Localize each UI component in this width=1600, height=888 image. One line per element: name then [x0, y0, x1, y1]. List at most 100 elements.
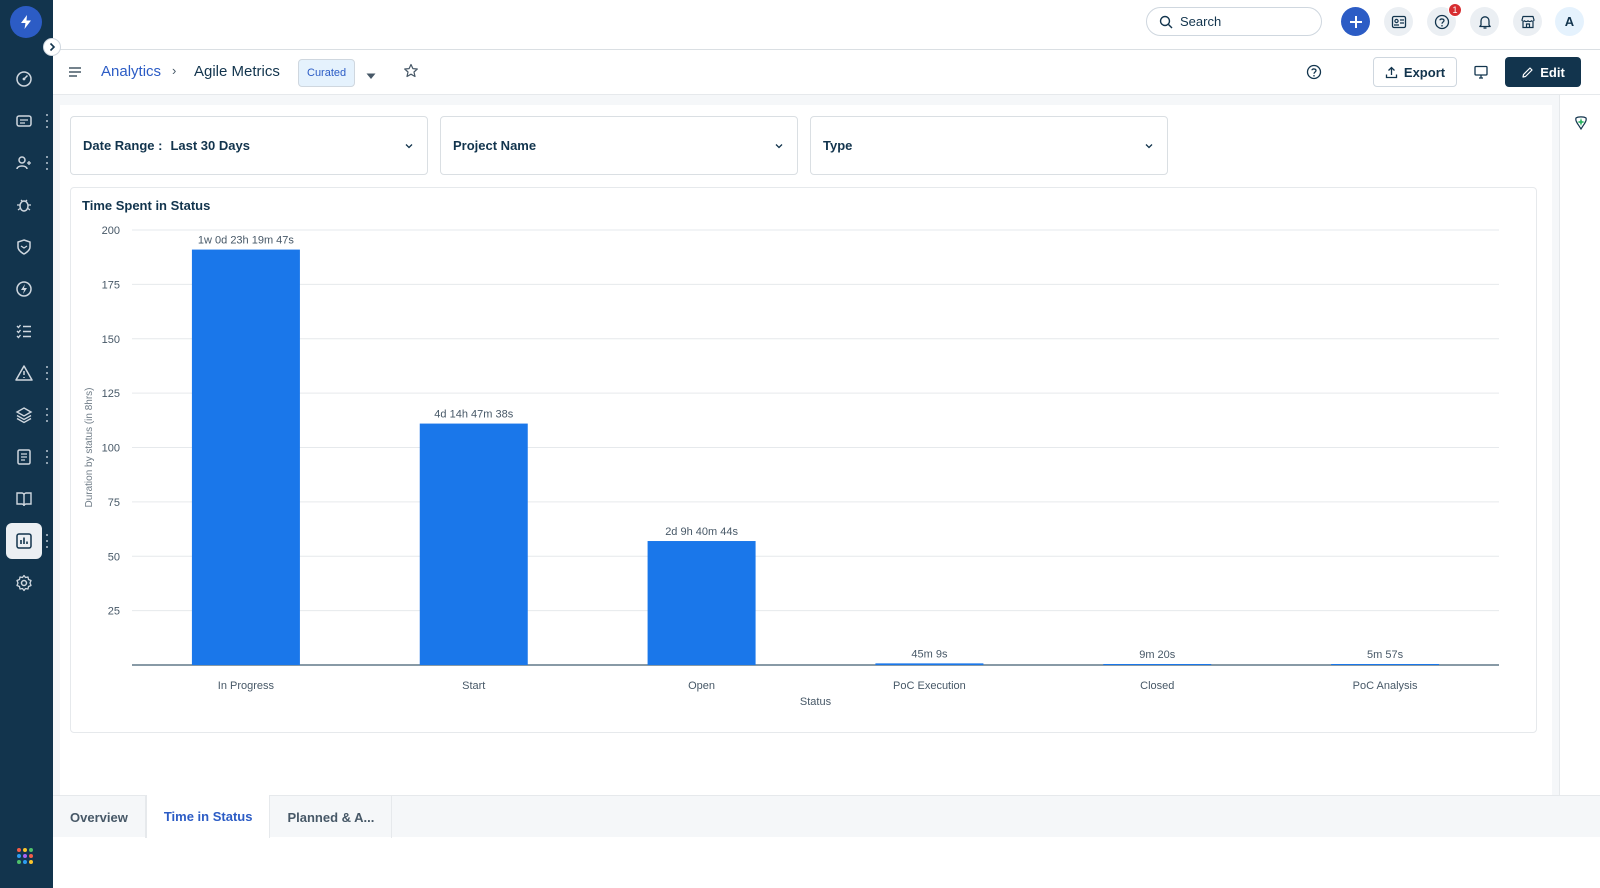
caret-down-icon[interactable]: [366, 67, 376, 85]
edit-button[interactable]: Edit: [1505, 57, 1581, 87]
bell-icon: [1478, 15, 1491, 29]
logo-bolt-icon[interactable]: [10, 6, 42, 38]
hamburger-menu-icon[interactable]: [68, 65, 82, 83]
x-tick-label: Open: [688, 680, 715, 692]
y-axis-title: Duration by status (in 8hrs): [84, 387, 95, 507]
search-placeholder: Search: [1180, 14, 1222, 29]
dashboard-tabs: Overview Time in Status Planned & A...: [53, 795, 1600, 838]
chevron-down-icon: [1145, 144, 1153, 149]
question-icon: [1434, 14, 1449, 29]
page-title: Agile Metrics: [194, 63, 280, 80]
document-icon[interactable]: [6, 439, 42, 475]
user-avatar[interactable]: A: [1555, 7, 1584, 36]
x-axis-title: Status: [800, 696, 832, 708]
bar-data-label: 4d 14h 47m 38s: [434, 409, 513, 421]
document-more-icon[interactable]: [44, 450, 50, 464]
id-card-icon: [1391, 15, 1406, 28]
layers-icon[interactable]: [6, 397, 42, 433]
bar: [1103, 664, 1212, 665]
project-name-label: Project Name: [453, 138, 537, 153]
pencil-icon: [1522, 66, 1533, 78]
y-tick-label: 125: [102, 388, 120, 400]
upload-icon: [1385, 66, 1398, 78]
bar: [191, 249, 300, 665]
date-range-value: Last 30 Days: [170, 138, 250, 153]
x-tick-label: PoC Execution: [893, 680, 966, 692]
edit-label: Edit: [1540, 64, 1565, 80]
tab-overview[interactable]: Overview: [53, 796, 146, 838]
type-filter[interactable]: Type: [810, 116, 1168, 175]
bug-icon[interactable]: [6, 187, 42, 223]
date-range-filter[interactable]: Date Range : Last 30 Days: [70, 116, 428, 175]
y-tick-label: 50: [108, 551, 120, 563]
breadcrumb-separator: ›: [172, 63, 177, 78]
notifications-button[interactable]: [1470, 7, 1499, 36]
search-icon: [1159, 15, 1173, 28]
ticket-more-icon[interactable]: [44, 114, 50, 128]
chevron-down-icon: [775, 144, 783, 149]
analytics-icon[interactable]: [6, 523, 42, 559]
warning-icon[interactable]: [6, 355, 42, 391]
warning-more-icon[interactable]: [44, 366, 50, 380]
x-tick-label: Closed: [1140, 680, 1174, 692]
x-tick-label: In Progress: [218, 680, 275, 692]
freddy-ai-icon[interactable]: [1573, 115, 1589, 136]
help-button[interactable]: 1: [1427, 3, 1462, 36]
book-icon[interactable]: [6, 481, 42, 517]
left-nav-rail: [0, 0, 61, 888]
plus-icon: [1349, 15, 1362, 28]
layers-more-icon[interactable]: [44, 408, 50, 422]
right-panel-rail: [1559, 95, 1600, 795]
bar-data-label: 9m 20s: [1139, 649, 1176, 661]
tab-planned-and-actual[interactable]: Planned & A...: [270, 796, 393, 838]
expand-sidebar-button[interactable]: [43, 38, 61, 56]
apps-grid-icon[interactable]: [17, 848, 33, 864]
gauge-icon[interactable]: [6, 61, 42, 97]
store-icon: [1520, 15, 1535, 28]
bar: [647, 541, 756, 665]
x-tick-label: Start: [462, 680, 485, 692]
y-tick-label: 175: [102, 279, 120, 291]
contacts-icon[interactable]: [6, 145, 42, 181]
x-tick-label: PoC Analysis: [1353, 680, 1418, 692]
y-tick-label: 200: [102, 225, 120, 237]
shield-icon[interactable]: [6, 229, 42, 265]
chevron-down-icon: [405, 144, 413, 149]
help-circle-icon[interactable]: [1306, 64, 1322, 85]
project-name-filter[interactable]: Project Name: [440, 116, 798, 175]
bar-data-label: 5m 57s: [1367, 649, 1404, 661]
curated-badge: Curated: [298, 59, 356, 87]
bolt-icon[interactable]: [6, 271, 42, 307]
page-header: Analytics › Agile Metrics Curated Export…: [53, 50, 1600, 95]
star-icon[interactable]: [403, 63, 419, 84]
time-in-status-bar-chart: 25 50 75 100 125 150 175 200 1w 0d 23h 19m 47s In…: [84, 225, 1499, 708]
bar: [419, 423, 528, 665]
contacts-card-button[interactable]: [1384, 7, 1413, 36]
analytics-more-icon[interactable]: [44, 534, 50, 548]
marketplace-button[interactable]: [1513, 7, 1542, 36]
time-in-status-chart-card: Time Spent in Status 25 50 75 100 125 150 175 2…: [70, 187, 1537, 733]
date-range-label: Date Range :: [83, 138, 163, 153]
bar-data-label: 45m 9s: [911, 648, 948, 660]
checklist-icon[interactable]: [6, 313, 42, 349]
contacts-more-icon[interactable]: [44, 156, 50, 170]
y-tick-label: 100: [102, 443, 120, 455]
breadcrumb-analytics-link[interactable]: Analytics: [101, 63, 161, 80]
y-tick-label: 150: [102, 334, 120, 346]
monitor-icon[interactable]: [1473, 64, 1489, 85]
ticket-icon[interactable]: [6, 103, 42, 139]
tab-time-in-status[interactable]: Time in Status: [145, 795, 271, 838]
help-notification-badge: 1: [1448, 3, 1462, 17]
bar-data-label: 2d 9h 40m 44s: [665, 526, 738, 538]
bar: [875, 663, 984, 665]
bar: [1331, 664, 1440, 665]
export-label: Export: [1403, 64, 1446, 80]
y-tick-label: 25: [108, 606, 120, 618]
bar-data-label: 1w 0d 23h 19m 47s: [198, 235, 295, 247]
export-button[interactable]: Export: [1373, 57, 1457, 87]
y-tick-label: 75: [108, 497, 120, 509]
type-label: Type: [823, 138, 853, 153]
settings-icon[interactable]: [6, 565, 42, 601]
search-input[interactable]: Search: [1146, 7, 1322, 36]
create-new-button[interactable]: [1341, 7, 1370, 36]
